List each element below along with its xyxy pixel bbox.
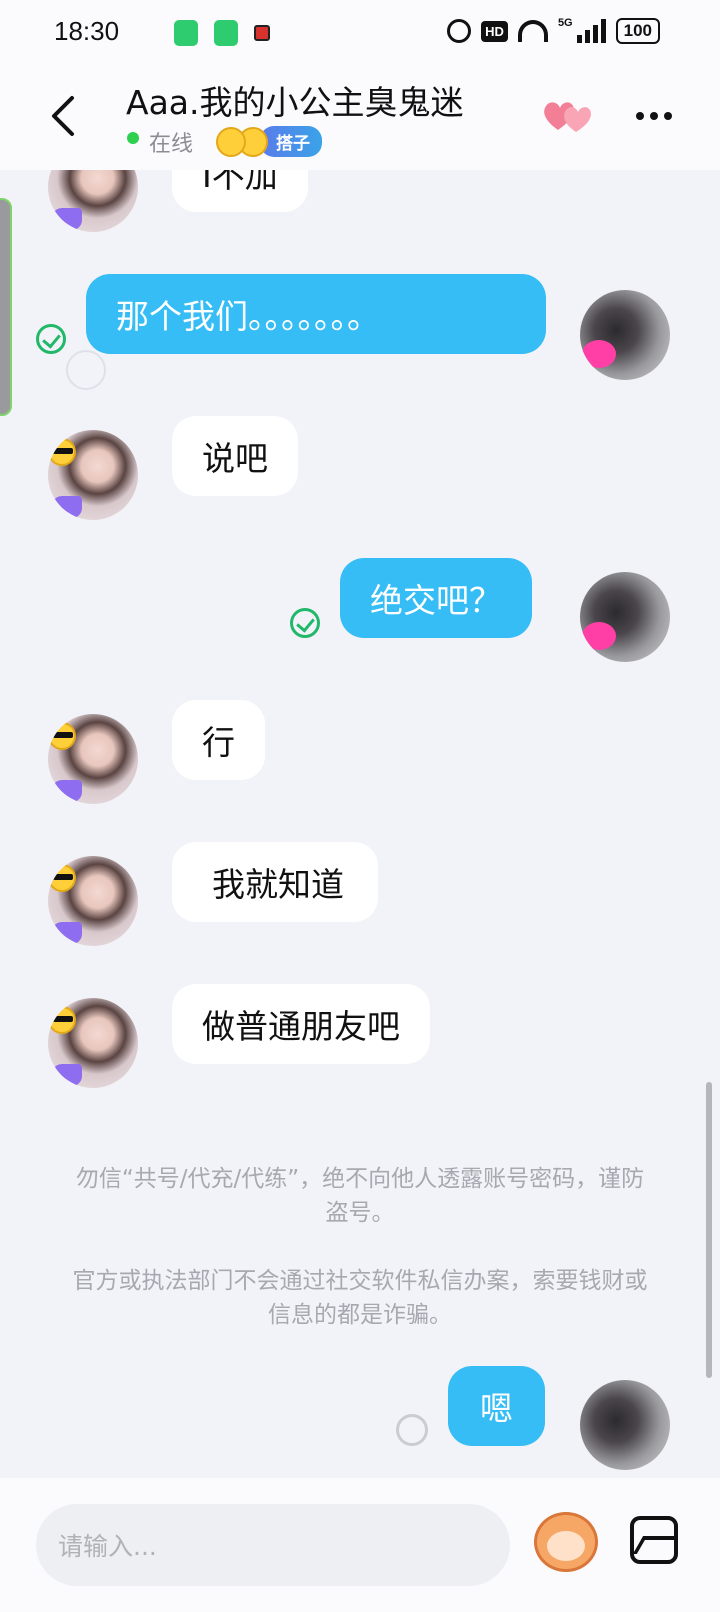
avatar-decoration xyxy=(582,622,616,650)
more-dot xyxy=(650,112,658,120)
my-avatar[interactable] xyxy=(580,572,670,662)
app-notification-icon xyxy=(174,20,198,46)
contact-avatar[interactable] xyxy=(48,714,138,804)
my-avatar[interactable] xyxy=(580,1380,670,1470)
sunglasses-emoji-icon xyxy=(48,722,76,750)
contact-avatar[interactable] xyxy=(48,998,138,1088)
message-list[interactable]: I不加 那个我们。。。。。。。 说吧 绝交吧？ 行 我就知道 做普通朋友吧 勿信… xyxy=(0,170,720,1478)
sending-status-icon xyxy=(396,1414,428,1446)
message-bubble-incoming[interactable]: 说吧 xyxy=(172,416,298,496)
contact-avatar[interactable] xyxy=(48,170,138,232)
battery-app-icon xyxy=(214,20,238,46)
read-check-icon xyxy=(290,608,320,638)
hearts-icon[interactable] xyxy=(540,96,594,136)
sunglasses-emoji-icon xyxy=(216,126,246,157)
sunglasses-emoji-icon xyxy=(48,864,76,892)
battery-indicator: 100 xyxy=(615,18,660,44)
more-dot xyxy=(636,112,644,120)
side-drawer-handle[interactable] xyxy=(0,198,12,416)
scrollbar[interactable] xyxy=(706,1082,712,1378)
hd-icon: HD xyxy=(481,20,508,42)
mascot-sticker-icon[interactable] xyxy=(534,1512,598,1572)
my-avatar[interactable] xyxy=(580,290,670,380)
image-picker-icon[interactable] xyxy=(630,1516,678,1564)
top-bar: 18:30 HD 5G 100 Aaa.我的小公主臭鬼迷 在线 搭子 xyxy=(0,0,720,170)
relationship-badge[interactable]: 搭子 xyxy=(216,126,322,157)
sunglasses-emoji-icon xyxy=(48,1006,76,1034)
fraud-notice: 官方或执法部门不会通过社交软件私信办案，索要钱财或信息的都是诈骗。 xyxy=(72,1268,648,1328)
status-bar: 18:30 HD 5G 100 xyxy=(0,0,720,62)
wifi-icon xyxy=(517,20,548,42)
signal-icon xyxy=(576,19,606,43)
chat-title[interactable]: Aaa.我的小公主臭鬼迷 xyxy=(126,76,464,124)
avatar-decoration xyxy=(52,496,82,518)
message-bubble-incoming[interactable]: 行 xyxy=(172,700,265,780)
avatar-decoration xyxy=(52,922,82,944)
record-icon xyxy=(254,25,270,41)
message-input[interactable]: 请输入... xyxy=(36,1504,510,1586)
online-status-dot xyxy=(127,132,139,144)
sunglasses-emoji-icon xyxy=(48,438,76,466)
avatar-decoration xyxy=(582,340,616,368)
avatar-decoration xyxy=(52,780,82,802)
online-status-text: 在线 xyxy=(149,132,194,157)
faint-circle-icon xyxy=(66,350,106,390)
status-right: HD 5G 100 xyxy=(447,17,660,44)
security-notice: 勿信“共号/代充/代练”，绝不向他人透露账号密码，谨防盗号。 xyxy=(75,1166,645,1226)
more-button[interactable] xyxy=(636,112,672,120)
status-time: 18:30 xyxy=(54,16,120,46)
alarm-icon xyxy=(447,19,472,43)
message-bubble-incoming[interactable]: 我就知道 xyxy=(172,842,378,922)
avatar-decoration xyxy=(52,208,82,230)
network-type: 5G xyxy=(557,17,573,29)
more-dot xyxy=(664,112,672,120)
message-bubble-outgoing[interactable]: 嗯 xyxy=(448,1366,545,1446)
message-bubble-outgoing[interactable]: 绝交吧？ xyxy=(340,558,532,638)
message-bubble-incoming[interactable]: 做普通朋友吧 xyxy=(172,984,430,1064)
back-arrow-icon[interactable] xyxy=(42,92,82,140)
avatar-decoration xyxy=(52,1064,82,1086)
input-bar: 请输入... xyxy=(0,1478,720,1612)
message-bubble-outgoing[interactable]: 那个我们。。。。。。。 xyxy=(86,274,546,354)
read-check-icon xyxy=(36,324,66,354)
relationship-tag: 搭子 xyxy=(260,126,322,157)
message-bubble-incoming[interactable]: I不加 xyxy=(172,170,308,212)
contact-avatar[interactable] xyxy=(48,856,138,946)
contact-avatar[interactable] xyxy=(48,430,138,520)
